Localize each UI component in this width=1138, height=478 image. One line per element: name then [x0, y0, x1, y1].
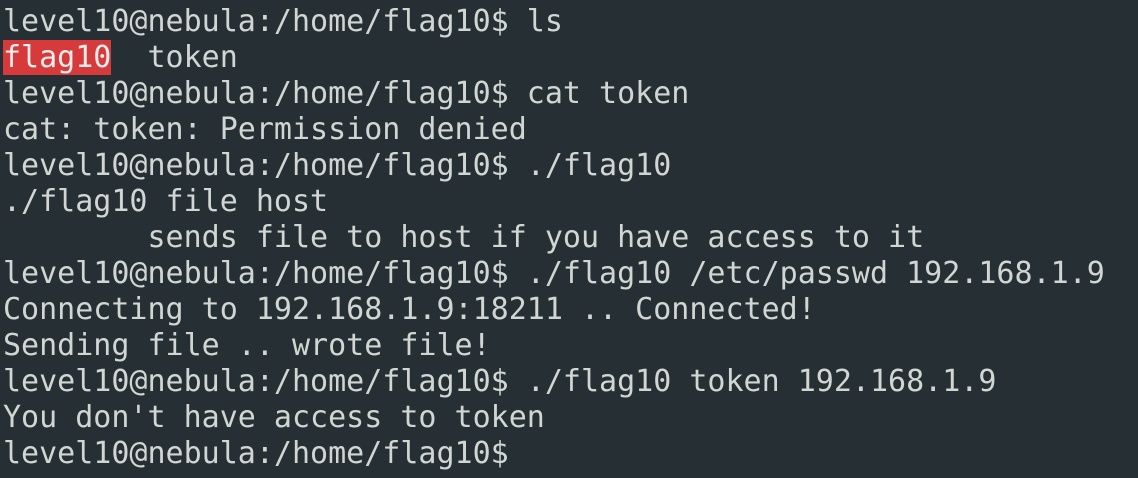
shell-prompt: level10@nebula:/home/flag10$ [3, 436, 509, 471]
command-text: ./flag10 token 192.168.1.9 [508, 364, 997, 399]
terminal-line-ls-output: flag10 token [3, 40, 1138, 76]
terminal-line-output: cat: token: Permission denied [3, 112, 527, 147]
terminal-line-prompt: level10@nebula:/home/flag10$ cat token [3, 76, 1138, 112]
shell-prompt: level10@nebula:/home/flag10$ [3, 148, 509, 183]
terminal-line-prompt: level10@nebula:/home/flag10$ ls [3, 4, 1138, 40]
terminal-line-current-prompt[interactable]: level10@nebula:/home/flag10$ [3, 436, 1138, 472]
terminal-line-output: ./flag10 file host [3, 184, 329, 219]
terminal-window[interactable]: level10@nebula:/home/flag10$ ls flag10 t… [0, 0, 1138, 478]
command-text: ./flag10 /etc/passwd 192.168.1.9 [508, 256, 1105, 291]
terminal-line-output: Connecting to 192.168.1.9:18211 .. Conne… [3, 292, 816, 327]
terminal-line-prompt: level10@nebula:/home/flag10$ ./flag10 to… [3, 364, 1138, 400]
terminal-line-prompt: level10@nebula:/home/flag10$ ./flag10 /e… [3, 256, 1138, 292]
terminal-line-output: You don't have access to token [3, 400, 545, 435]
shell-prompt: level10@nebula:/home/flag10$ [3, 256, 509, 291]
command-text: ./flag10 [508, 148, 672, 183]
terminal-line-output: Sending file .. wrote file! [3, 328, 491, 363]
shell-prompt: level10@nebula:/home/flag10$ [3, 76, 509, 111]
command-text: cat token [508, 76, 690, 111]
shell-prompt: level10@nebula:/home/flag10$ [3, 4, 509, 39]
executable-file-flag10: flag10 [3, 40, 112, 75]
command-text: ls [508, 4, 563, 39]
terminal-line-prompt: level10@nebula:/home/flag10$ ./flag10 [3, 148, 1138, 184]
terminal-line-output: sends file to host if you have access to… [3, 220, 925, 255]
shell-prompt: level10@nebula:/home/flag10$ [3, 364, 509, 399]
file-listing: token [111, 40, 238, 75]
